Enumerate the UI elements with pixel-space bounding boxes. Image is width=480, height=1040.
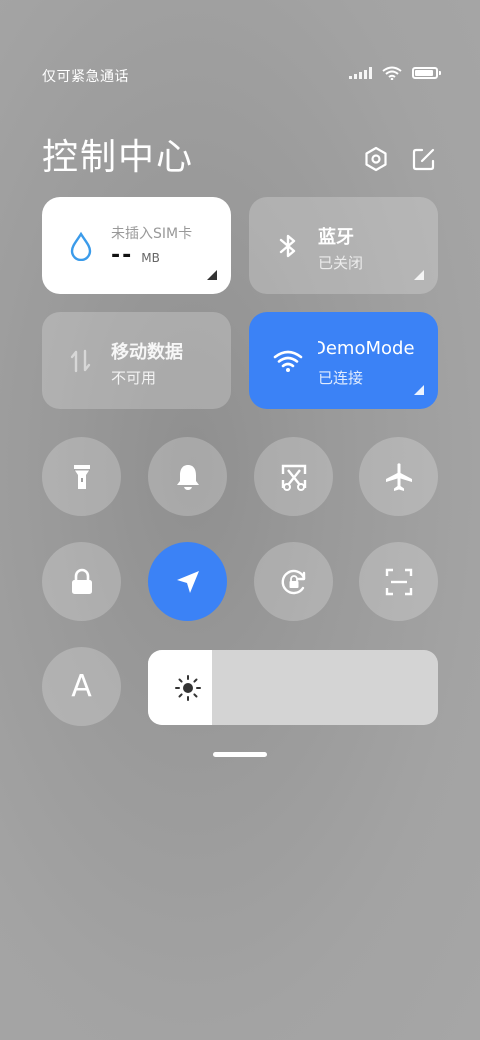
data-usage-value: -- (111, 243, 134, 268)
data-usage-value-row: -- MB (111, 243, 160, 268)
settings-icon[interactable] (362, 145, 390, 173)
status-icons (349, 66, 441, 80)
font-size-button[interactable]: A (42, 647, 121, 726)
wifi-status: 已连接 (318, 369, 364, 387)
location-toggle[interactable] (148, 542, 227, 621)
bluetooth-label: 蓝牙 (318, 227, 354, 248)
battery-icon (412, 67, 441, 79)
screenshot-icon (281, 464, 306, 491)
mute-toggle[interactable] (148, 437, 227, 516)
edit-icon[interactable] (410, 145, 438, 173)
font-size-label: A (71, 669, 92, 704)
status-bar: 仅可紧急通话 (42, 66, 441, 86)
location-icon (176, 570, 199, 593)
mobile-data-label: 移动数据 (111, 342, 183, 363)
bluetooth-icon (279, 234, 296, 258)
airplane-mode-toggle[interactable] (359, 437, 438, 516)
data-arrows-icon (70, 349, 91, 373)
expand-corner-icon (207, 270, 217, 280)
airplane-icon (385, 462, 412, 491)
screenshot-toggle[interactable] (254, 437, 333, 516)
wifi-icon (273, 350, 303, 372)
mobile-data-status: 不可用 (111, 369, 157, 387)
flashlight-toggle[interactable] (42, 437, 121, 516)
wifi-icon (382, 66, 402, 80)
battery-level (415, 70, 433, 76)
drag-handle[interactable] (213, 752, 267, 757)
data-usage-tile[interactable]: 未插入SIM卡 -- MB (42, 197, 231, 294)
brightness-slider[interactable] (148, 650, 438, 725)
wifi-network-name: DemoMode (318, 338, 415, 359)
expand-corner-icon (414, 270, 424, 280)
sun-icon (175, 675, 201, 701)
signal-icon (349, 67, 372, 79)
rotation-lock-icon (281, 569, 305, 594)
water-drop-icon (70, 231, 92, 261)
bell-icon (176, 464, 199, 490)
page-title: 控制中心 (42, 137, 195, 178)
lock-screen-toggle[interactable] (42, 542, 121, 621)
carrier-text: 仅可紧急通话 (42, 69, 129, 85)
mobile-data-tile[interactable]: 移动数据 不可用 (42, 312, 231, 409)
scan-icon (385, 568, 412, 595)
scan-toggle[interactable] (359, 542, 438, 621)
bluetooth-status: 已关闭 (318, 254, 364, 272)
wifi-tile[interactable]: DemoMode 已连接 (249, 312, 438, 409)
expand-corner-icon (414, 385, 424, 395)
flashlight-icon (73, 464, 90, 489)
data-usage-unit: MB (141, 251, 160, 265)
data-usage-label: 未插入SIM卡 (111, 226, 193, 242)
rotation-lock-toggle[interactable] (254, 542, 333, 621)
lock-icon (71, 568, 92, 594)
bluetooth-tile[interactable]: 蓝牙 已关闭 (249, 197, 438, 294)
